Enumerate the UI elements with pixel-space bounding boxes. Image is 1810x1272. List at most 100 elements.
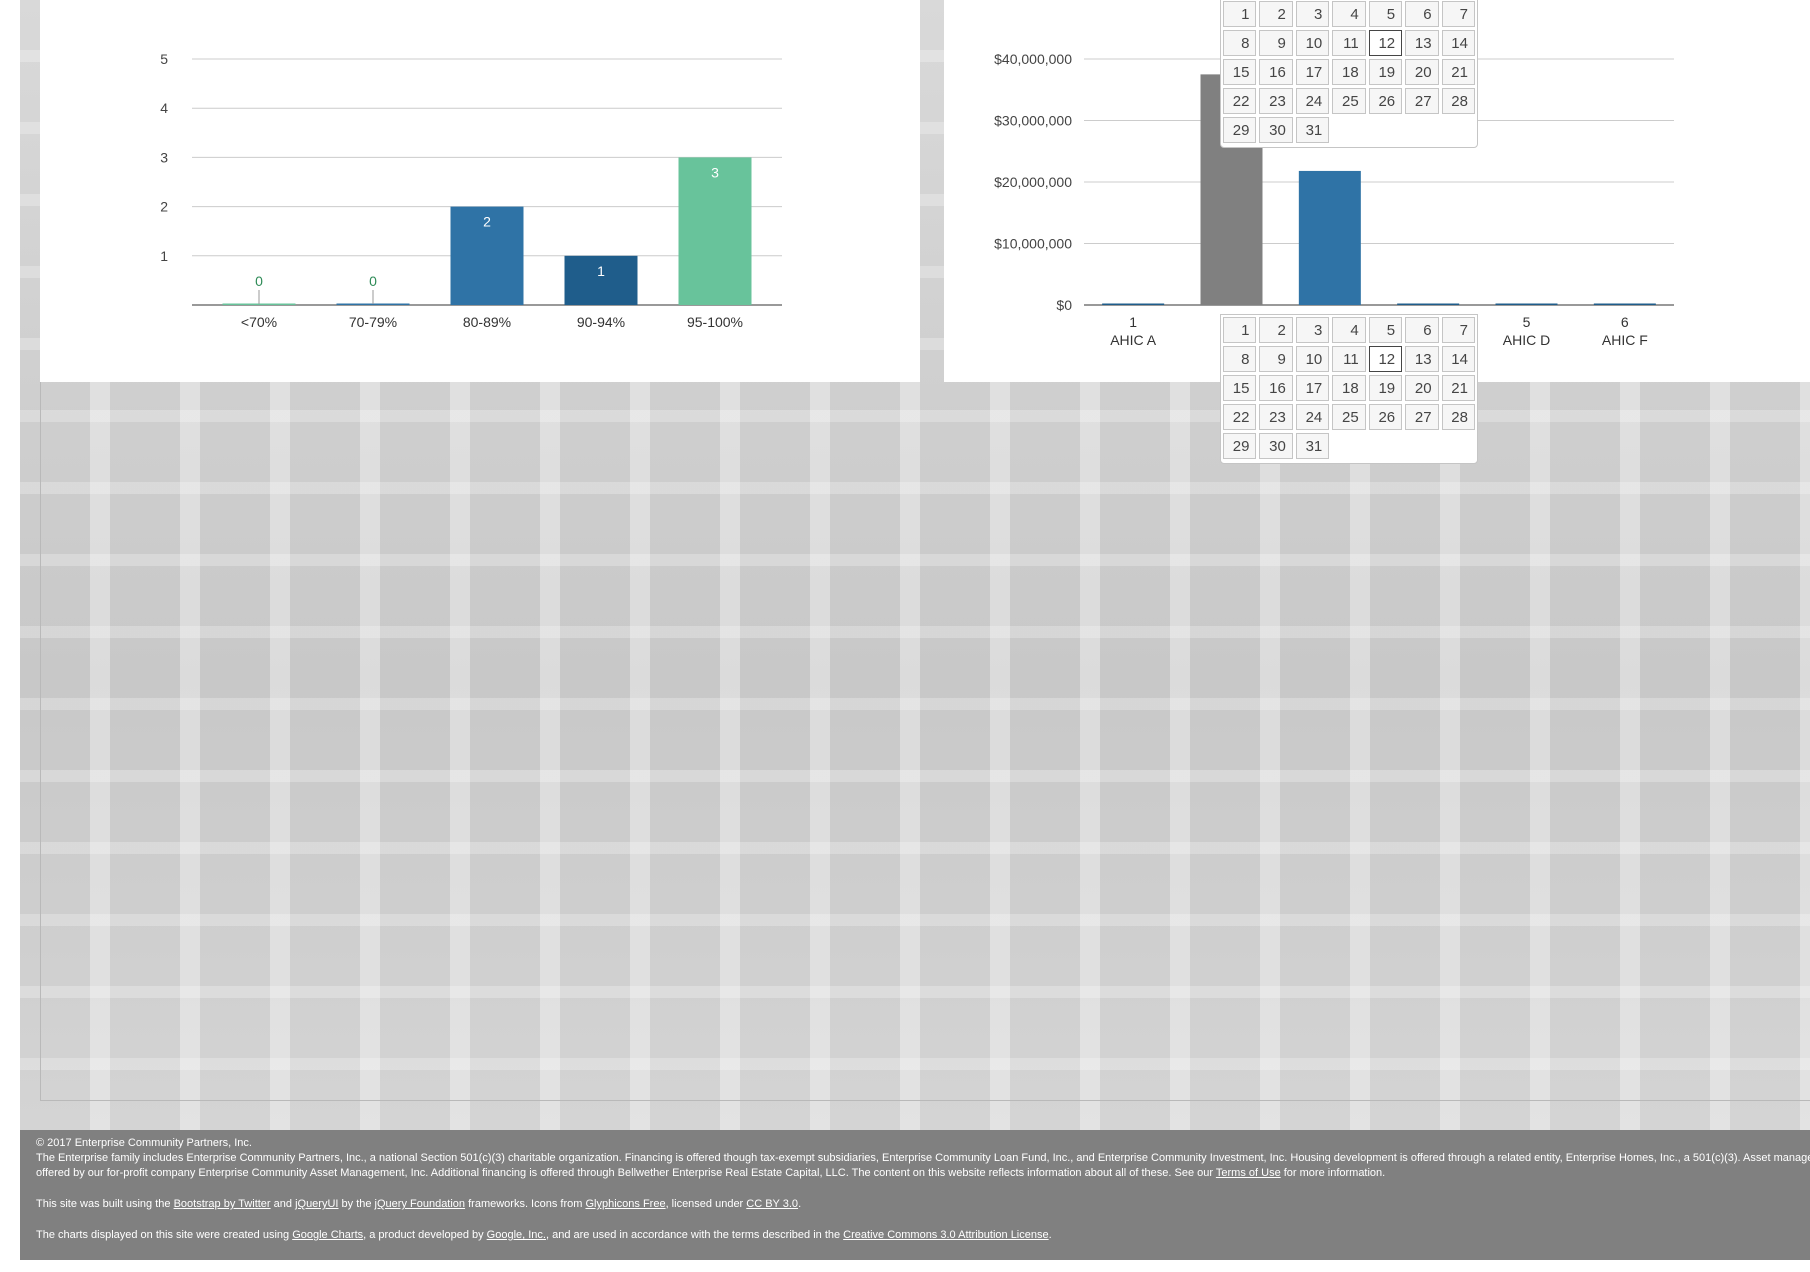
datepicker-day-13[interactable]: 13 xyxy=(1405,346,1439,372)
datepicker-day-24[interactable]: 24 xyxy=(1295,88,1330,114)
datepicker-day-7[interactable]: 7 xyxy=(1441,1,1475,27)
datepicker-day-11[interactable]: 11 xyxy=(1332,346,1366,372)
datepicker-day-27[interactable]: 27 xyxy=(1405,404,1439,430)
glyphicons-link[interactable]: Glyphicons Free xyxy=(585,1198,665,1210)
y-tick-label: $0 xyxy=(1056,297,1072,313)
datepicker-day-11[interactable]: 11 xyxy=(1332,30,1366,56)
datepicker-day-15[interactable]: 15 xyxy=(1223,375,1257,401)
datepicker-day-5[interactable]: 5 xyxy=(1368,1,1403,27)
datepicker-day-23[interactable]: 23 xyxy=(1259,404,1293,430)
datepicker-day-21[interactable]: 21 xyxy=(1441,375,1475,401)
datepicker-day-30[interactable]: 30 xyxy=(1259,433,1293,459)
datepicker-day-8[interactable]: 8 xyxy=(1223,30,1257,56)
built-text-part: by the xyxy=(338,1198,375,1210)
datepicker-day-18[interactable]: 18 xyxy=(1332,59,1366,85)
terms-of-use-link[interactable]: Terms of Use xyxy=(1216,1167,1281,1179)
google-charts-link[interactable]: Google Charts xyxy=(292,1229,363,1241)
datepicker-day-17[interactable]: 17 xyxy=(1295,375,1330,401)
datepicker-calendar-top[interactable]: 1 2 3 4 5 6 7 8 9 10 11 12 13 14 15 16 17 18 19 20 21 22 23 24 2… xyxy=(1220,0,1478,148)
y-tick-label: 3 xyxy=(160,149,168,165)
datepicker-day-5[interactable]: 5 xyxy=(1368,317,1403,343)
y-tick-label: 1 xyxy=(160,248,168,264)
jquery-foundation-link[interactable]: jQuery Foundation xyxy=(375,1198,466,1210)
charts-text-part: . xyxy=(1048,1229,1052,1241)
datepicker-day-9[interactable]: 9 xyxy=(1259,30,1293,56)
datepicker-day-2[interactable]: 2 xyxy=(1259,1,1293,27)
bar-value-label: 0 xyxy=(369,273,377,289)
copyright-text: © 2017 Enterprise Community Partners, In… xyxy=(36,1137,252,1149)
datepicker-day-15[interactable]: 15 xyxy=(1223,59,1257,85)
datepicker-day-25[interactable]: 25 xyxy=(1332,404,1366,430)
datepicker-day-29[interactable]: 29 xyxy=(1223,117,1257,143)
cc-by-link[interactable]: CC BY 3.0 xyxy=(746,1198,798,1210)
datepicker-day-23[interactable]: 23 xyxy=(1259,88,1293,114)
datepicker-day-22[interactable]: 22 xyxy=(1223,404,1257,430)
datepicker-day-1[interactable]: 1 xyxy=(1223,1,1257,27)
datepicker-day-31[interactable]: 31 xyxy=(1295,433,1330,459)
datepicker-day-14[interactable]: 14 xyxy=(1441,346,1475,372)
datepicker-day-27[interactable]: 27 xyxy=(1405,88,1439,114)
datepicker-day-29[interactable]: 29 xyxy=(1223,433,1257,459)
built-text-part: and xyxy=(270,1198,296,1210)
datepicker-calendar-bottom[interactable]: 1 2 3 4 5 6 7 8 9 10 11 12 13 14 15 16 17 18 19 20 21 22 23 24 2… xyxy=(1220,314,1478,464)
datepicker-day-4[interactable]: 4 xyxy=(1332,1,1366,27)
datepicker-day-20[interactable]: 20 xyxy=(1405,59,1439,85)
datepicker-day-26[interactable]: 26 xyxy=(1368,404,1403,430)
datepicker-day-26[interactable]: 26 xyxy=(1368,88,1403,114)
datepicker-day-20[interactable]: 20 xyxy=(1405,375,1439,401)
datepicker-day-10[interactable]: 10 xyxy=(1295,30,1330,56)
datepicker-day-13[interactable]: 13 xyxy=(1405,30,1439,56)
datepicker-day-3[interactable]: 3 xyxy=(1295,317,1330,343)
datepicker-day-6[interactable]: 6 xyxy=(1405,317,1439,343)
x-tick-label: 90-94% xyxy=(577,314,625,330)
datepicker-day-9[interactable]: 9 xyxy=(1259,346,1293,372)
datepicker-day-10[interactable]: 10 xyxy=(1295,346,1330,372)
datepicker-day-8[interactable]: 8 xyxy=(1223,346,1257,372)
enterprise-family-text: The Enterprise family includes Enterpris… xyxy=(36,1152,1810,1164)
bar-value-label: 3 xyxy=(711,164,719,180)
datepicker-day-19[interactable]: 19 xyxy=(1368,375,1403,401)
datepicker-day-18[interactable]: 18 xyxy=(1332,375,1366,401)
datepicker-day-2[interactable]: 2 xyxy=(1259,317,1293,343)
google-inc-link[interactable]: Google, Inc. xyxy=(487,1229,546,1241)
datepicker-day-21[interactable]: 21 xyxy=(1441,59,1475,85)
y-tick-label: $30,000,000 xyxy=(994,113,1072,129)
datepicker-day-17[interactable]: 17 xyxy=(1295,59,1330,85)
x-tick-label: 1 xyxy=(1129,314,1137,330)
datepicker-day-7[interactable]: 7 xyxy=(1441,317,1475,343)
datepicker-day-30[interactable]: 30 xyxy=(1259,117,1293,143)
datepicker-day-4[interactable]: 4 xyxy=(1332,317,1366,343)
y-tick-label: $10,000,000 xyxy=(994,236,1072,252)
datepicker-day-12[interactable]: 12 xyxy=(1368,346,1403,372)
datepicker-day-14[interactable]: 14 xyxy=(1441,30,1475,56)
bar xyxy=(1593,303,1656,305)
y-tick-label: 5 xyxy=(160,51,168,67)
datepicker-day-19[interactable]: 19 xyxy=(1368,59,1403,85)
x-tick-label: 5 xyxy=(1523,314,1531,330)
datepicker-day-28[interactable]: 28 xyxy=(1441,88,1475,114)
bootstrap-link[interactable]: Bootstrap by Twitter xyxy=(174,1198,271,1210)
datepicker-day-3[interactable]: 3 xyxy=(1295,1,1330,27)
site-footer: © 2017 Enterprise Community Partners, In… xyxy=(20,1130,1810,1260)
datepicker-day-28[interactable]: 28 xyxy=(1441,404,1475,430)
jqueryui-link[interactable]: jQueryUI xyxy=(295,1198,338,1210)
x-tick-label: 70-79% xyxy=(349,314,397,330)
x-tick-label: 95-100% xyxy=(687,314,743,330)
enterprise-family-text-continued: offered by our for-profit company Enterp… xyxy=(36,1166,1794,1181)
datepicker-day-31[interactable]: 31 xyxy=(1295,117,1330,143)
y-tick-label: 2 xyxy=(160,199,168,215)
datepicker-day-16[interactable]: 16 xyxy=(1259,59,1293,85)
bar xyxy=(1397,303,1460,305)
datepicker-day-25[interactable]: 25 xyxy=(1332,88,1366,114)
datepicker-day-6[interactable]: 6 xyxy=(1405,1,1439,27)
datepicker-day-24[interactable]: 24 xyxy=(1295,404,1330,430)
datepicker-day-22[interactable]: 22 xyxy=(1223,88,1257,114)
x-tick-label: 80-89% xyxy=(463,314,511,330)
built-text-part: This site was built using the xyxy=(36,1198,174,1210)
site-built-text: This site was built using the Bootstrap … xyxy=(36,1197,1794,1212)
family-text-part: for more information. xyxy=(1280,1167,1386,1179)
datepicker-day-1[interactable]: 1 xyxy=(1223,317,1257,343)
datepicker-day-12[interactable]: 12 xyxy=(1368,30,1403,56)
datepicker-day-16[interactable]: 16 xyxy=(1259,375,1293,401)
creative-commons-link[interactable]: Creative Commons 3.0 Attribution License xyxy=(843,1229,1048,1241)
